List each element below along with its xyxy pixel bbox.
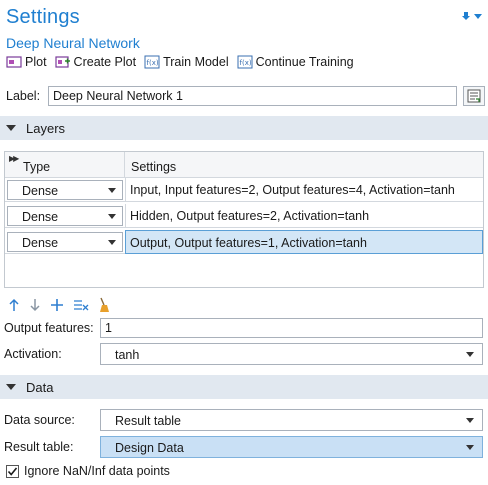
result-table-value: Design Data — [115, 441, 184, 455]
pin-icon[interactable] — [460, 10, 484, 22]
output-features-row: Output features: — [4, 318, 484, 338]
layer-settings-cell[interactable]: Output, Output features=1, Activation=ta… — [125, 230, 483, 254]
data-source-select[interactable]: Result table — [100, 409, 483, 431]
arrow-down-icon — [30, 299, 40, 312]
layer-type-value: Dense — [22, 184, 59, 198]
page-title: Settings — [6, 6, 80, 28]
svg-text:f(x): f(x) — [239, 59, 251, 67]
plus-icon — [51, 299, 63, 311]
node-subtitle: Deep Neural Network — [6, 35, 140, 51]
add-row-button[interactable] — [50, 298, 64, 312]
delete-row-button[interactable] — [73, 298, 89, 312]
chevron-down-icon — [108, 240, 116, 245]
delete-rows-icon — [74, 300, 89, 311]
clear-table-button[interactable] — [98, 297, 110, 313]
train-model-label: Train Model — [163, 55, 229, 69]
data-source-label: Data source: — [4, 413, 75, 427]
collapse-triangle-icon — [6, 125, 16, 131]
layers-section-title: Layers — [26, 120, 66, 136]
continue-training-label: Continue Training — [255, 55, 354, 69]
create-plot-button[interactable]: Create Plot — [54, 55, 137, 69]
layer-type-value: Dense — [22, 210, 59, 224]
activation-label: Activation: — [4, 347, 62, 361]
chevron-down-icon — [108, 214, 116, 219]
arrow-up-icon — [9, 298, 19, 311]
move-down-button[interactable] — [29, 298, 41, 312]
text-options-icon — [467, 89, 481, 103]
data-section-title: Data — [26, 379, 54, 395]
output-features-input[interactable] — [100, 318, 483, 338]
toolbar: Plot Create Plot f(x) Train Model f(x) C… — [6, 53, 362, 71]
label-options-button[interactable] — [463, 86, 485, 106]
label-row: Label: — [6, 86, 485, 106]
data-section-header[interactable]: Data — [0, 375, 488, 399]
continue-training-icon: f(x) — [237, 55, 253, 69]
chevron-down-icon — [466, 352, 474, 357]
layer-type-select[interactable]: Dense — [7, 206, 123, 226]
activation-value: tanh — [115, 348, 140, 362]
chevron-down-icon — [466, 445, 474, 450]
layer-settings-cell[interactable]: Hidden, Output features=2, Activation=ta… — [125, 204, 483, 228]
data-source-row: Data source: Result table — [4, 409, 484, 431]
table-row[interactable]: Dense Hidden, Output features=2, Activat… — [5, 204, 483, 228]
activation-row: Activation: tanh — [4, 343, 484, 365]
broom-icon — [100, 297, 109, 312]
type-column-header[interactable]: ▶▶ Type — [5, 152, 125, 178]
ignore-nan-row: Ignore NaN/Inf data points — [6, 463, 170, 479]
chevron-down-icon — [466, 418, 474, 423]
layer-settings-cell[interactable]: Input, Input features=2, Output features… — [125, 178, 483, 202]
create-plot-label: Create Plot — [73, 55, 137, 69]
svg-text:f(x): f(x) — [147, 59, 159, 67]
ignore-nan-label: Ignore NaN/Inf data points — [24, 464, 170, 478]
chevron-down-icon — [108, 188, 116, 193]
train-model-button[interactable]: f(x) Train Model — [144, 55, 229, 69]
label-input[interactable] — [48, 86, 457, 106]
checkmark-icon — [7, 466, 18, 476]
create-plot-icon — [54, 56, 70, 68]
table-header: ▶▶ Type Settings — [5, 152, 483, 178]
layers-section-header[interactable]: Layers — [0, 116, 488, 140]
plot-label: Plot — [25, 55, 47, 69]
result-table-label: Result table: — [4, 440, 74, 454]
ignore-nan-checkbox[interactable] — [6, 464, 19, 478]
plot-button[interactable]: Plot — [6, 55, 47, 69]
expand-arrows-icon[interactable]: ▶▶ — [9, 154, 19, 163]
settings-column-label: Settings — [131, 160, 177, 174]
train-model-icon: f(x) — [144, 55, 160, 69]
layers-table: ▶▶ Type Settings Dense Input, Input feat… — [4, 151, 484, 288]
layer-type-value: Dense — [22, 236, 59, 250]
activation-select[interactable]: tanh — [100, 343, 483, 365]
data-source-value: Result table — [115, 414, 182, 428]
move-up-button[interactable] — [8, 298, 20, 312]
output-features-label: Output features: — [4, 321, 94, 335]
table-toolbar — [8, 296, 119, 314]
collapse-triangle-icon — [6, 384, 16, 390]
continue-training-button[interactable]: f(x) Continue Training — [237, 55, 354, 69]
table-row[interactable]: Dense Input, Input features=2, Output fe… — [5, 178, 483, 202]
table-row[interactable]: Dense Output, Output features=1, Activat… — [5, 230, 483, 254]
plot-icon — [6, 56, 22, 68]
result-table-select[interactable]: Design Data — [100, 436, 483, 458]
layer-type-select[interactable]: Dense — [7, 180, 123, 200]
layer-type-select[interactable]: Dense — [7, 232, 123, 252]
label-field-label: Label: — [6, 89, 41, 103]
result-table-row: Result table: Design Data — [4, 436, 484, 458]
type-column-label: Type — [23, 160, 51, 174]
